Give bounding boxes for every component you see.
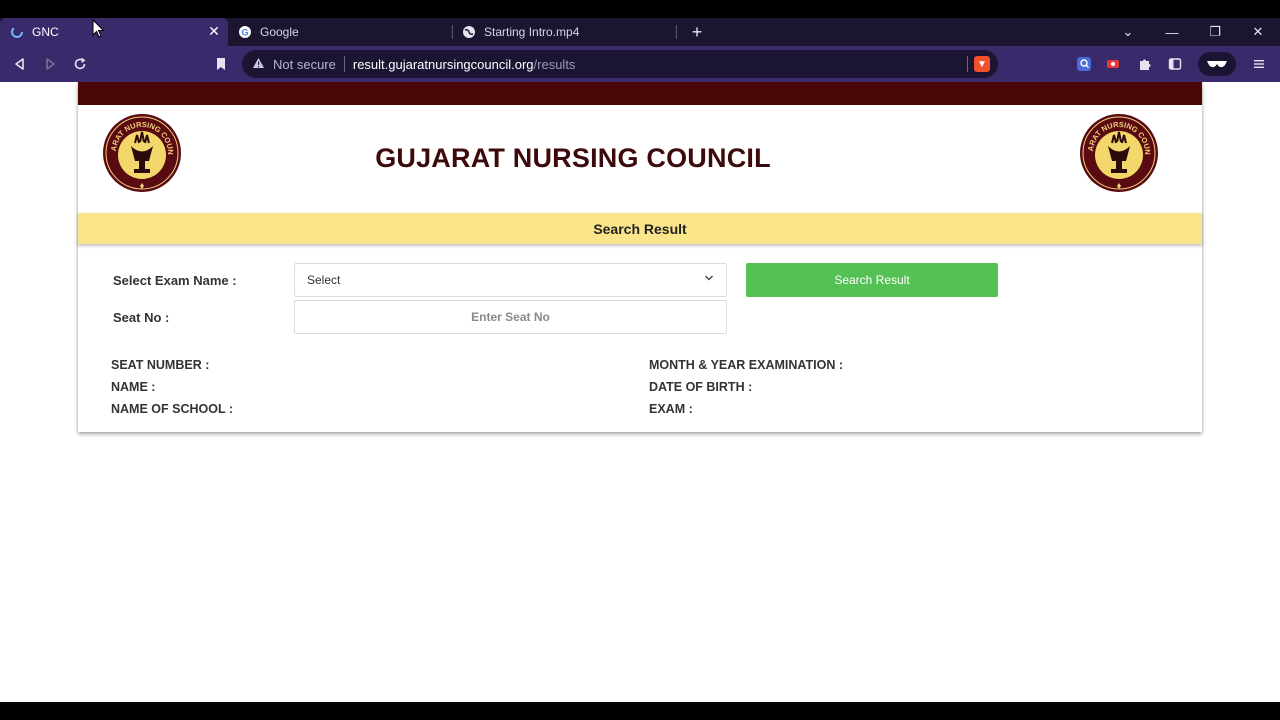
exam-select-value: Select (307, 273, 341, 287)
bottom-strip (0, 702, 1280, 720)
address-bar[interactable]: Not secure result.gujaratnursingcouncil.… (242, 50, 998, 78)
exam-month-year-field: MONTH & YEAR EXAMINATION : (649, 358, 843, 372)
browser-toolbar: Not secure result.gujaratnursingcouncil.… (0, 46, 1280, 82)
date-of-birth-field: DATE OF BIRTH : (649, 380, 753, 394)
extensions-puzzle-icon[interactable] (1135, 54, 1155, 74)
svg-text:G: G (241, 28, 248, 38)
exam-field: EXAM : (649, 402, 693, 416)
menu-icon[interactable] (1249, 54, 1269, 74)
search-result-button[interactable]: Search Result (746, 263, 998, 297)
url-path: /results (533, 56, 576, 72)
name-field: NAME : (111, 380, 156, 394)
restore-button[interactable]: ❐ (1195, 18, 1235, 46)
url-host: result.gujaratnursingcouncil.org (352, 56, 534, 72)
gnc-loading-icon (10, 25, 24, 39)
exam-select[interactable]: Select (294, 263, 727, 297)
tab-title: Starting Intro.mp4 (484, 25, 580, 39)
tab-search-dropdown-icon[interactable]: ⌄ (1108, 18, 1148, 46)
address-divider (343, 56, 345, 72)
zoom-extension-icon[interactable] (1074, 54, 1094, 74)
tab-google[interactable]: G Google (228, 18, 452, 46)
tab-starting-intro[interactable]: Starting Intro.mp4 (452, 18, 676, 46)
record-extension-icon[interactable] (1104, 54, 1124, 74)
forward-icon[interactable] (40, 54, 60, 74)
site-header: GUJARAT NURSING COUNCIL GUJARAT NURSING … (78, 105, 1202, 213)
tab-bar: GNC ✕ G Google Starting Intro.mp4 + ⌄ — … (0, 18, 1280, 46)
maroon-top-bar (78, 82, 1202, 105)
chevron-down-icon (704, 274, 714, 285)
minimize-button[interactable]: — (1152, 18, 1192, 46)
search-result-band: Search Result (78, 213, 1202, 244)
back-icon[interactable] (10, 54, 30, 74)
reload-icon[interactable] (70, 54, 90, 74)
globe-icon (462, 25, 476, 39)
tab-title: GNC (32, 25, 59, 39)
seat-number-field: SEAT NUMBER : (111, 358, 210, 372)
top-strip (0, 0, 1280, 18)
browser-window: GNC ✕ G Google Starting Intro.mp4 + ⌄ — … (0, 0, 1280, 720)
council-logo-right: GUJARAT NURSING COUNCIL (1076, 106, 1159, 193)
seat-no-input[interactable] (294, 300, 727, 334)
tab-title: Google (260, 25, 299, 39)
address-divider (967, 56, 968, 72)
page-viewport: GUJARAT NURSING COUNCIL GUJARAT NURSING … (0, 82, 1280, 702)
security-label[interactable]: Not secure (273, 57, 336, 72)
sidebar-icon[interactable] (1165, 54, 1185, 74)
brave-shield-icon[interactable]: ▼ (974, 56, 990, 72)
bookmark-icon[interactable] (211, 54, 231, 74)
close-window-button[interactable]: ✕ (1238, 18, 1278, 46)
site-title: GUJARAT NURSING COUNCIL (375, 143, 771, 173)
new-tab-button[interactable]: + (677, 18, 717, 46)
tab-gnc[interactable]: GNC ✕ (0, 18, 228, 46)
seat-no-label: Seat No : (113, 310, 170, 325)
tab-close-icon[interactable]: ✕ (206, 23, 222, 40)
exam-name-label: Select Exam Name : (113, 273, 237, 288)
google-icon: G (238, 25, 252, 39)
school-name-field: NAME OF SCHOOL : (111, 402, 233, 416)
warning-icon (252, 57, 265, 72)
result-card: GUJARAT NURSING COUNCIL GUJARAT NURSING … (78, 82, 1202, 432)
profile-glasses-icon[interactable] (1198, 52, 1236, 76)
